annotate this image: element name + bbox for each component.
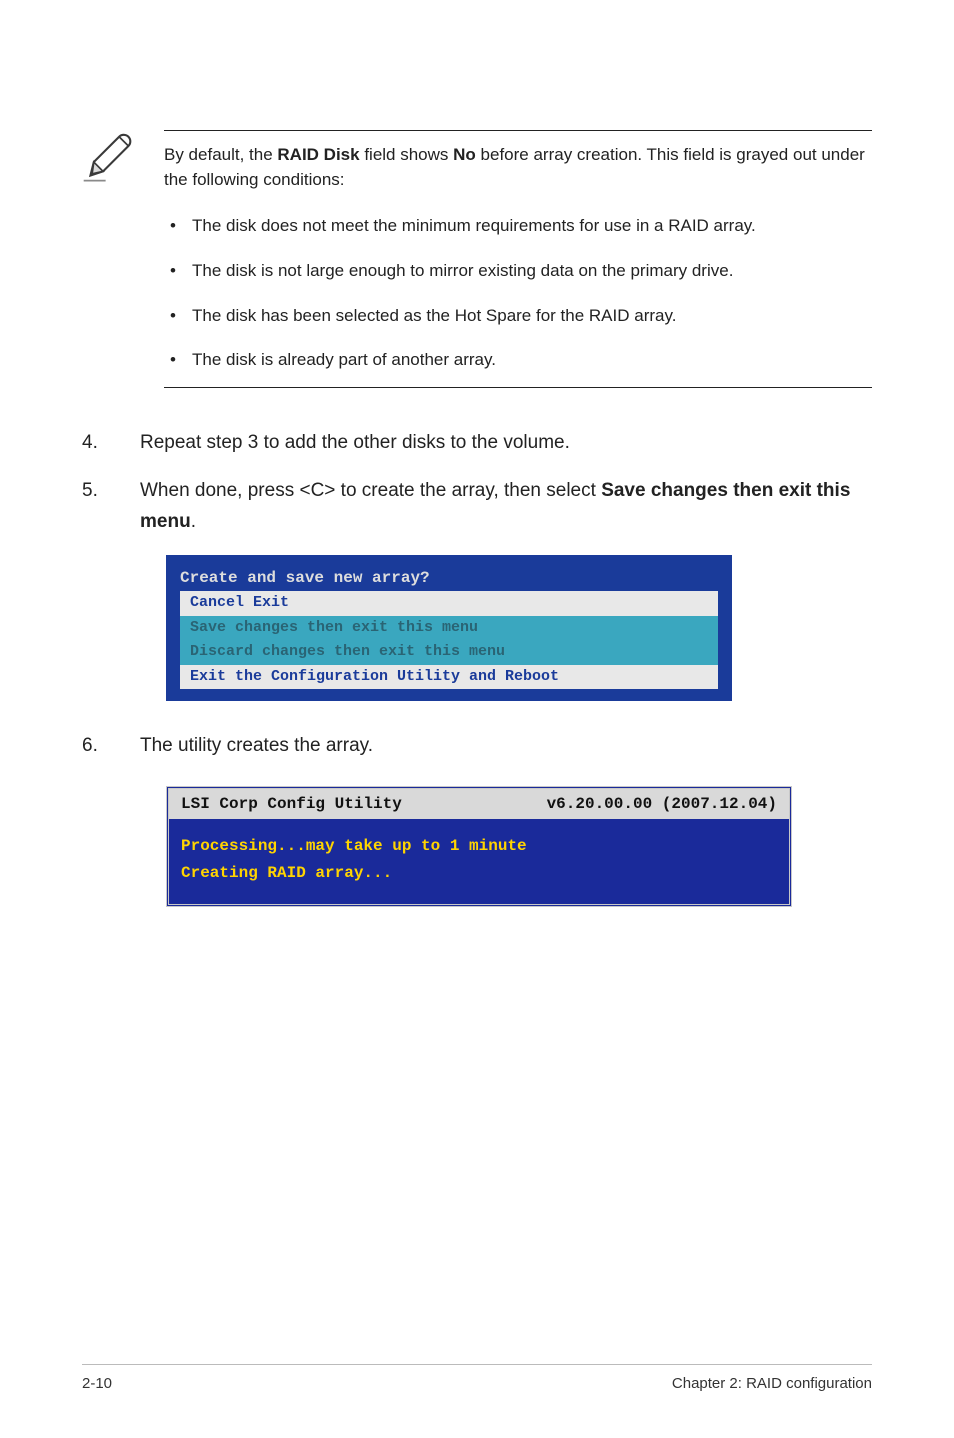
note-bullet-list: The disk does not meet the minimum requi… [164,192,872,383]
bios-menu-item-exit-reboot[interactable]: Exit the Configuration Utility and Reboo… [180,665,718,690]
bios-dialog-save-array: Create and save new array? Cancel Exit S… [166,555,732,701]
bios-menu-item-cancel[interactable]: Cancel Exit [180,591,718,616]
note-intro: By default, the RAID Disk field shows No… [164,143,872,192]
pencil-note-icon [82,130,136,184]
note-bullet: The disk has been selected as the Hot Sp… [192,294,872,339]
note-bullet: The disk is not large enough to mirror e… [192,249,872,294]
step-4: 4. Repeat step 3 to add the other disks … [82,428,872,458]
bios-app-name: LSI Corp Config Utility [181,793,402,815]
bios-menu-item-save[interactable]: Save changes then exit this menu [180,616,718,641]
step-5: 5. When done, press <C> to create the ar… [82,476,872,537]
chapter-title: Chapter 2: RAID configuration [672,1375,872,1392]
bios-app-version: v6.20.00.00 (2007.12.04) [547,793,777,815]
note-bullet: The disk is already part of another arra… [192,338,872,383]
page-number: 2-10 [82,1375,112,1392]
note-bullet: The disk does not meet the minimum requi… [192,204,872,249]
step-6: 6. The utility creates the array. [82,731,872,761]
bios-progress-window: LSI Corp Config Utility v6.20.00.00 (200… [166,786,792,907]
bios-menu-item-discard[interactable]: Discard changes then exit this menu [180,640,718,665]
bios-status-line: Creating RAID array... [181,860,777,887]
bios-status-line: Processing...may take up to 1 minute [181,833,777,860]
bios-dialog-title: Create and save new array? [166,567,732,591]
